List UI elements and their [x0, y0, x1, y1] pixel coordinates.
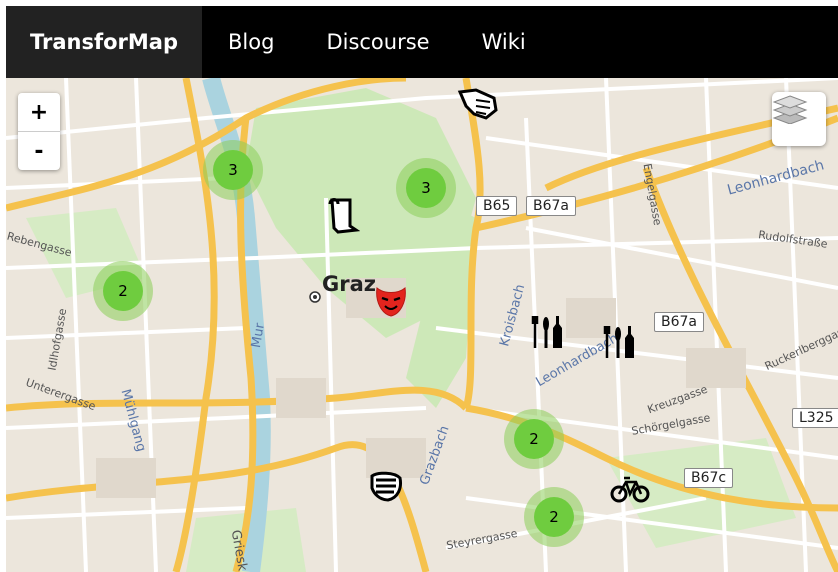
- map-canvas[interactable]: Leonhardbach Rudolfstraße Engelgasse Reb…: [6, 78, 838, 572]
- top-navbar: TransforMap Blog Discourse Wiki: [6, 6, 838, 78]
- zoom-control: + -: [18, 93, 60, 170]
- fist-icon[interactable]: [368, 468, 404, 504]
- cluster-count: 3: [406, 168, 446, 208]
- zoom-in-button[interactable]: +: [18, 93, 60, 132]
- marker-cluster[interactable]: 2: [93, 261, 153, 321]
- scroll-icon[interactable]: [326, 196, 360, 236]
- road-shield: L325: [792, 408, 838, 428]
- layers-button[interactable]: [772, 92, 826, 146]
- road-shield: B65: [476, 196, 518, 216]
- marker-cluster[interactable]: 3: [396, 158, 456, 218]
- restaurant-icon[interactable]: [530, 314, 566, 350]
- marker-cluster[interactable]: 2: [504, 409, 564, 469]
- marker-cluster[interactable]: 2: [524, 487, 584, 547]
- cluster-count: 3: [213, 150, 253, 190]
- marker-cluster[interactable]: 3: [203, 140, 263, 200]
- map-tiles: [6, 78, 838, 572]
- bicycle-icon[interactable]: [610, 474, 650, 504]
- road-shield: B67c: [684, 468, 734, 488]
- restaurant-icon[interactable]: [602, 324, 638, 360]
- zoom-out-button[interactable]: -: [18, 132, 60, 170]
- cluster-count: 2: [534, 497, 574, 537]
- cluster-count: 2: [514, 419, 554, 459]
- hand-icon[interactable]: [456, 86, 500, 122]
- nav-wiki[interactable]: Wiki: [482, 30, 526, 54]
- cluster-count: 2: [103, 271, 143, 311]
- layers-icon: [772, 95, 808, 124]
- nav-discourse[interactable]: Discourse: [326, 30, 429, 54]
- city-label: Graz: [322, 272, 376, 296]
- theater-mask-icon[interactable]: [374, 284, 408, 318]
- nav-blog[interactable]: Blog: [228, 30, 274, 54]
- road-shield: B67a: [526, 196, 576, 216]
- location-dot-icon: [309, 291, 321, 303]
- road-shield: B67a: [654, 312, 704, 332]
- brand-link[interactable]: TransforMap: [6, 6, 203, 78]
